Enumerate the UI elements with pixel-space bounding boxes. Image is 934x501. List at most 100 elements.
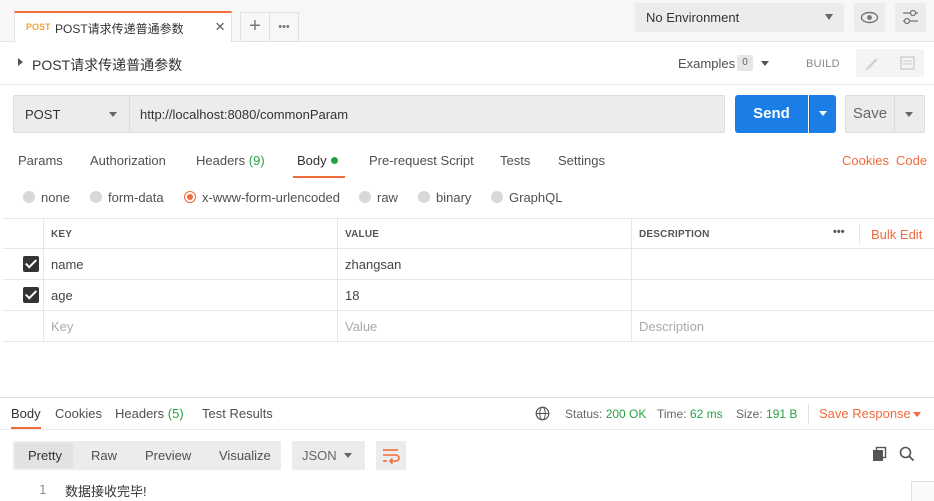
row-checkbox-cell	[3, 280, 44, 311]
eye-icon	[860, 11, 879, 24]
value-placeholder-cell[interactable]: Value	[338, 311, 632, 342]
response-tab-test-results[interactable]: Test Results	[202, 406, 273, 421]
new-tab-plus-icon[interactable]: +	[240, 12, 270, 42]
radio-label: form-data	[108, 190, 164, 205]
radio-selected-icon	[184, 191, 196, 203]
globe-icon[interactable]	[535, 406, 550, 421]
edit-button[interactable]	[856, 49, 890, 77]
wrap-lines-icon	[383, 449, 400, 465]
time-label: Time:	[657, 407, 687, 421]
request-name[interactable]: POST请求传递普通参数	[32, 55, 182, 75]
save-button[interactable]: Save	[845, 95, 895, 133]
description-cell[interactable]	[632, 249, 934, 280]
response-tab-cookies[interactable]: Cookies	[55, 406, 102, 421]
response-tab-headers[interactable]: Headers (5)	[115, 406, 184, 421]
save-response-button[interactable]: Save Response	[819, 406, 911, 421]
status-label: Status:	[565, 407, 603, 421]
radio-icon	[359, 191, 371, 203]
body-type-urlencoded-radio[interactable]: x-www-form-urlencoded	[184, 190, 340, 205]
request-tab-method: POST	[26, 22, 51, 32]
body-type-none-radio[interactable]: none	[23, 190, 70, 205]
language-select-label: JSON	[302, 448, 337, 463]
cookies-link[interactable]: Cookies	[842, 153, 889, 168]
url-input[interactable]	[129, 95, 725, 133]
description-placeholder-cell[interactable]: Description	[632, 311, 934, 342]
key-cell[interactable]: name	[44, 249, 338, 280]
key-placeholder-cell[interactable]: Key	[44, 311, 338, 342]
active-dot-icon	[330, 157, 338, 164]
document-icon	[900, 56, 915, 70]
code-line-text[interactable]: 数据接收完毕!	[65, 481, 147, 500]
value-cell[interactable]: 18	[338, 280, 632, 311]
bulk-edit-link[interactable]: Bulk Edit	[871, 227, 922, 242]
documentation-button[interactable]	[890, 49, 924, 77]
tab-headers-count: (9)	[248, 153, 265, 168]
editor-scrollbar[interactable]	[911, 481, 934, 501]
table-row-new: Key Value Description	[3, 311, 934, 342]
method-select[interactable]: POST	[13, 95, 129, 133]
tab-authorization[interactable]: Authorization	[90, 153, 166, 168]
radio-icon	[23, 191, 35, 203]
description-cell[interactable]	[632, 280, 934, 311]
format-preview-button[interactable]: Preview	[145, 448, 191, 463]
search-icon[interactable]	[899, 446, 915, 462]
format-pretty-button[interactable]: Pretty	[28, 448, 62, 463]
body-type-form-data-radio[interactable]: form-data	[90, 190, 164, 205]
close-icon[interactable]: ×	[215, 17, 225, 37]
format-visualize-button[interactable]: Visualize	[219, 448, 271, 463]
caret-right-icon[interactable]	[18, 58, 23, 66]
chevron-down-icon	[819, 111, 827, 116]
manage-environments-button[interactable]	[895, 3, 926, 32]
tab-prerequest-script[interactable]: Pre-request Script	[369, 153, 474, 168]
copy-icon[interactable]	[872, 446, 888, 462]
checkbox-checked-icon[interactable]	[23, 256, 39, 272]
size-indicator[interactable]: Size: 191 B	[736, 407, 797, 421]
table-header-row: KEY VALUE DESCRIPTION ••• Bulk Edit	[3, 218, 934, 250]
environment-quick-look-button[interactable]	[854, 3, 885, 32]
save-response-chevron-down-icon[interactable]	[913, 412, 921, 417]
divider	[0, 84, 934, 85]
value-cell[interactable]: zhangsan	[338, 249, 632, 280]
tab-body[interactable]: Body	[297, 153, 338, 168]
body-type-binary-radio[interactable]: binary	[418, 190, 471, 205]
checkbox-checked-icon[interactable]	[23, 287, 39, 303]
time-value: 62 ms	[689, 407, 723, 421]
request-tab-bar: POST POST请求传递普通参数 × + ••• No Environment	[0, 0, 934, 42]
more-options-ellipsis-icon[interactable]: •••	[833, 226, 845, 238]
build-label[interactable]: BUILD	[806, 58, 840, 70]
request-tab-title: POST请求传递普通参数	[55, 22, 184, 36]
save-options-button[interactable]	[895, 95, 925, 133]
body-type-graphql-radio[interactable]: GraphQL	[491, 190, 562, 205]
tab-params[interactable]: Params	[18, 153, 63, 168]
environment-select[interactable]: No Environment	[635, 3, 844, 32]
status-indicator[interactable]: Status: 200 OK	[565, 407, 646, 421]
examples-label[interactable]: Examples	[678, 56, 735, 71]
send-options-button[interactable]	[809, 95, 836, 133]
sliders-icon	[903, 9, 918, 25]
more-tabs-ellipsis-icon[interactable]: •••	[270, 12, 299, 42]
send-button[interactable]: Send	[735, 95, 808, 133]
table-row: name zhangsan	[3, 249, 934, 280]
tab-settings[interactable]: Settings	[558, 153, 605, 168]
chevron-down-icon	[905, 112, 913, 117]
examples-chevron-down-icon[interactable]	[761, 61, 769, 66]
tab-headers[interactable]: Headers (9)	[196, 153, 265, 168]
key-cell[interactable]: age	[44, 280, 338, 311]
divider	[859, 224, 860, 244]
radio-label: none	[41, 190, 70, 205]
chevron-down-icon	[825, 14, 833, 20]
code-line-number: 1	[39, 483, 47, 497]
tab-tests[interactable]: Tests	[500, 153, 530, 168]
response-tab-headers-count: (5)	[167, 406, 184, 421]
time-indicator[interactable]: Time: 62 ms	[657, 407, 723, 421]
wrap-lines-button[interactable]	[376, 441, 406, 470]
row-checkbox-cell	[3, 249, 44, 280]
request-tab[interactable]: POST POST请求传递普通参数 ×	[14, 11, 232, 42]
radio-label: GraphQL	[509, 190, 563, 205]
format-raw-button[interactable]: Raw	[91, 448, 117, 463]
language-select[interactable]: JSON	[292, 441, 365, 470]
radio-icon	[90, 191, 102, 203]
response-tab-body[interactable]: Body	[11, 406, 41, 421]
code-link[interactable]: Code	[896, 153, 927, 168]
body-type-raw-radio[interactable]: raw	[359, 190, 398, 205]
